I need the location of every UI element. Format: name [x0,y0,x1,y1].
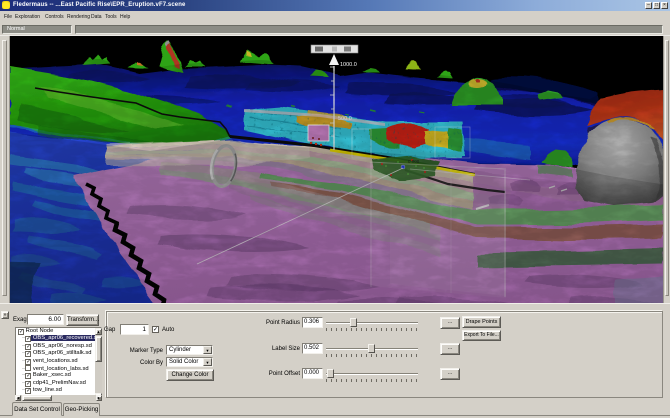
svg-text:1000.0: 1000.0 [340,62,357,68]
